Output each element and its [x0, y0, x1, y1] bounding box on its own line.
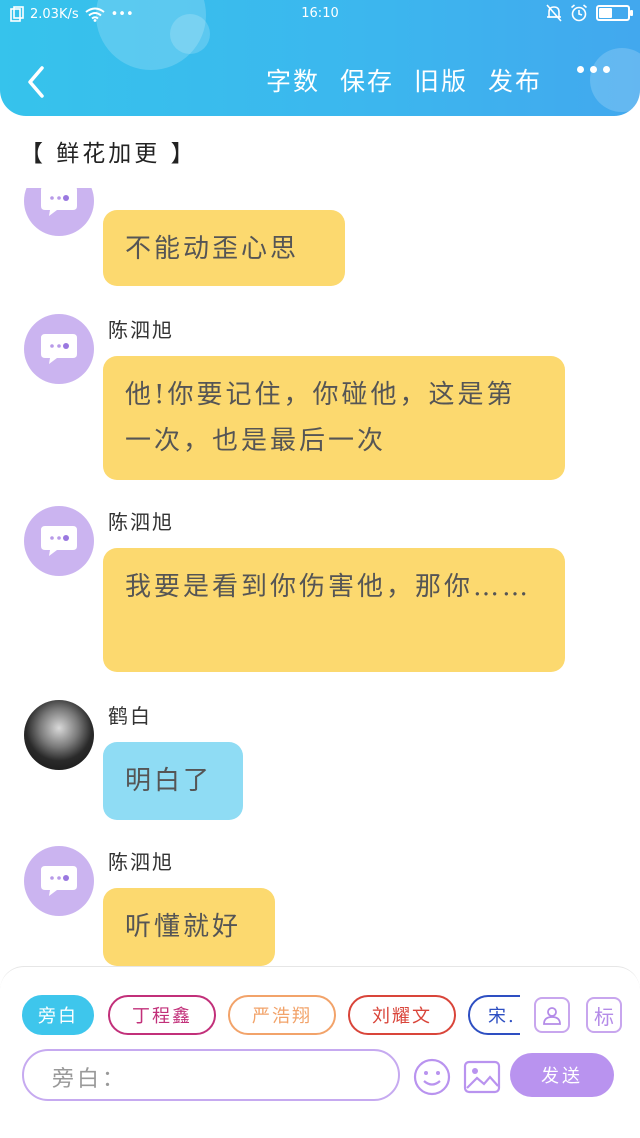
mute-bell-icon	[546, 4, 562, 22]
input-panel: 旁白 丁程鑫 严浩翔 刘耀文 宋. 标 旁白： 发送	[0, 966, 640, 1138]
role-chip[interactable]: 严浩翔	[228, 995, 336, 1035]
avatar[interactable]	[24, 700, 94, 770]
word-count-button[interactable]: 字数	[266, 62, 320, 98]
avatar[interactable]	[24, 188, 94, 236]
alarm-icon	[570, 4, 588, 22]
image-icon[interactable]	[462, 1057, 502, 1097]
avatar[interactable]	[24, 314, 94, 384]
status-time: 16:10	[301, 6, 339, 21]
role-chip[interactable]: 宋.	[468, 995, 520, 1035]
message-bubble: 不能动歪心思	[103, 210, 345, 286]
chat-bubble-avatar-icon	[41, 526, 77, 556]
sender-name: 陈泗旭	[108, 318, 174, 342]
message-input[interactable]: 旁白：	[22, 1049, 400, 1101]
message-bubble: 听懂就好	[103, 888, 275, 966]
role-chip[interactable]: 刘耀文	[348, 995, 456, 1035]
old-version-button[interactable]: 旧版	[414, 62, 468, 98]
screen: 2.03K/s ••• 16:10 字数 保存 旧版 发布 【 鲜花加更 】 不…	[0, 0, 640, 1138]
avatar[interactable]	[24, 506, 94, 576]
battery-icon	[596, 5, 633, 21]
emoji-icon[interactable]	[412, 1057, 452, 1097]
back-button[interactable]	[18, 60, 54, 104]
avatar[interactable]	[24, 846, 94, 916]
header: 2.03K/s ••• 16:10 字数 保存 旧版 发布	[0, 0, 640, 116]
person-glyph	[543, 1007, 561, 1025]
save-button[interactable]: 保存	[340, 62, 394, 98]
sender-name: 陈泗旭	[108, 850, 174, 874]
more-icon[interactable]	[577, 66, 610, 73]
chat-area[interactable]: 不能动歪心思 陈泗旭 他!你要记住，你碰他，这是第一次，也是最后一次 陈泗旭 我…	[0, 188, 640, 968]
sender-name: 鹤白	[108, 704, 152, 728]
role-selector: 旁白 丁程鑫 严浩翔 刘耀文 宋.	[22, 995, 520, 1039]
status-bar: 2.03K/s ••• 16:10	[0, 0, 640, 32]
back-arrow-icon	[28, 66, 44, 98]
battery-fill	[599, 8, 612, 18]
chat-bubble-avatar-icon	[41, 866, 77, 896]
tag-icon[interactable]: 标	[586, 997, 622, 1033]
publish-button[interactable]: 发布	[488, 62, 542, 98]
message-bubble: 明白了	[103, 742, 243, 820]
chat-bubble-avatar-icon	[41, 334, 77, 364]
message-bubble: 他!你要记住，你碰他，这是第一次，也是最后一次	[103, 356, 565, 480]
status-right	[546, 4, 633, 22]
chat-bubble-avatar-icon	[41, 188, 77, 216]
header-decoration	[590, 48, 640, 112]
message-bubble: 我要是看到你伤害他，那你……	[103, 548, 565, 672]
send-button[interactable]: 发送	[510, 1053, 614, 1097]
chapter-tag: 【 鲜花加更 】	[20, 141, 197, 167]
role-chip-narrator[interactable]: 旁白	[22, 995, 94, 1035]
toolbar: 字数 保存 旧版 发布	[266, 62, 542, 98]
sender-name: 陈泗旭	[108, 510, 174, 534]
role-chip[interactable]: 丁程鑫	[108, 995, 216, 1035]
person-icon[interactable]	[534, 997, 570, 1033]
